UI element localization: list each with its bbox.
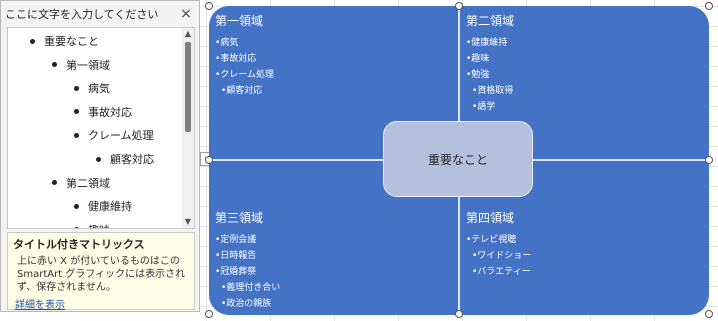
outline-item-label: 顧客対応 xyxy=(110,153,154,166)
outline-editor[interactable]: 重要なこと第一領域病気事故対応クレーム処理顧客対応第二領域健康維持趣味 ▲ ▼ xyxy=(7,27,195,229)
layout-info-box: タイトル付きマトリックス 上に赤い X が付いているものはこのSmartArt … xyxy=(7,232,195,311)
quadrant-item: •冠婚葬祭 xyxy=(215,267,257,277)
quadrant-item: •勉強 xyxy=(466,70,490,80)
outline-item[interactable]: 病気 xyxy=(74,77,110,99)
outline-item-label: 事故対応 xyxy=(88,105,132,119)
quadrant-item: •顧客対応 xyxy=(221,86,263,96)
layout-title: タイトル付きマトリックス xyxy=(13,238,145,251)
quadrant-items: •定例会議 •日時報告 •冠婚葬祭 •義理付き合い •政治の親族 xyxy=(215,232,452,312)
outline-item[interactable]: 趣味 xyxy=(74,219,110,228)
text-pane-header: ここに文字を入力してください × xyxy=(1,1,199,27)
quadrant-items: •テレビ視聴 •ワイドショー •バラエティー xyxy=(466,232,703,280)
outline-item-label: 第二領域 xyxy=(66,176,110,190)
outline-item[interactable]: クレーム処理 xyxy=(74,124,154,146)
outline-item-label: 第一領域 xyxy=(66,58,110,72)
quadrant-item: •語学 xyxy=(472,102,496,112)
quadrant-title: 第一領域 xyxy=(215,14,264,28)
outline-item[interactable]: 第二領域 xyxy=(52,172,110,194)
quadrant-item: •クレーム処理 xyxy=(215,70,275,80)
bullet-icon xyxy=(74,109,79,115)
outline-item[interactable]: 事故対応 xyxy=(74,101,132,123)
bullet-icon xyxy=(74,85,79,91)
quadrant-items: •健康維持 •趣味 •勉強 •資格取得 •語学 xyxy=(466,35,703,115)
quadrant-items: •病気 •事故対応 •クレーム処理 •顧客対応 xyxy=(215,35,452,99)
scroll-down-icon[interactable]: ▼ xyxy=(182,216,194,228)
outline-item-label: 病気 xyxy=(88,82,110,96)
outline-item-label: 健康維持 xyxy=(88,200,132,214)
smartart-matrix[interactable]: 第一領域 •病気 •事故対応 •クレーム処理 •顧客対応 第二領域 •健康維持 •趣味 •… xyxy=(205,2,713,318)
scroll-up-icon[interactable]: ▲ xyxy=(182,28,194,40)
quadrant-item: •健康維持 xyxy=(466,38,508,48)
quadrant-item: •日時報告 xyxy=(215,251,257,261)
resize-handle[interactable] xyxy=(455,2,463,10)
more-details-link[interactable]: 詳細を表示 xyxy=(15,296,189,311)
quadrant-item: •事故対応 xyxy=(215,54,257,64)
outline-item-label: 重要なこと xyxy=(44,35,99,48)
quadrant-item: •趣味 xyxy=(466,54,490,64)
text-pane-title: ここに文字を入力してください xyxy=(5,8,159,21)
outline-item-label: 趣味 xyxy=(88,222,110,228)
bullet-icon xyxy=(74,227,79,228)
quadrant-item: •政治の親族 xyxy=(221,299,272,309)
outline-scrollbar[interactable]: ▲ ▼ xyxy=(182,28,194,228)
quadrant-item: •ワイドショー xyxy=(472,251,532,261)
quadrant-item: •病気 xyxy=(215,38,239,48)
bullet-icon xyxy=(52,62,57,68)
bullet-icon xyxy=(74,203,79,209)
quadrant-item: •資格取得 xyxy=(472,86,514,96)
quadrant-item: •定例会議 xyxy=(215,235,257,245)
quadrant-title: 第四領域 xyxy=(466,211,515,225)
resize-handle[interactable] xyxy=(205,2,213,10)
close-icon[interactable]: × xyxy=(179,6,193,22)
outline-item[interactable]: 健康維持 xyxy=(74,195,132,217)
resize-handle[interactable] xyxy=(705,310,713,318)
smartart-text-pane: ここに文字を入力してください × 重要なこと第一領域病気事故対応クレーム処理顧客… xyxy=(0,0,200,312)
outline-item-label: クレーム処理 xyxy=(88,129,154,143)
scroll-thumb[interactable] xyxy=(185,42,191,132)
quadrant-item: •テレビ視聴 xyxy=(466,235,517,245)
bullet-icon xyxy=(74,132,79,138)
bullet-icon xyxy=(96,156,101,162)
quadrant-item: •バラエティー xyxy=(472,267,531,277)
resize-handle[interactable] xyxy=(705,156,713,164)
center-shape[interactable]: 重要なこと xyxy=(383,121,533,197)
layout-description: 上に赤い X が付いているものはこのSmartArt グラフィックには表示されず… xyxy=(17,256,186,293)
quadrant-title: 第二領域 xyxy=(466,14,515,28)
resize-handle[interactable] xyxy=(205,310,213,318)
outline-item[interactable]: 重要なこと xyxy=(30,30,99,52)
quadrant-title: 第三領域 xyxy=(215,211,264,225)
outline-item[interactable]: 顧客対応 xyxy=(96,148,154,170)
resize-handle[interactable] xyxy=(455,310,463,318)
resize-handle[interactable] xyxy=(705,2,713,10)
quadrant-item: •義理付き合い xyxy=(221,283,281,293)
bullet-icon xyxy=(52,180,57,186)
resize-handle[interactable] xyxy=(205,156,213,164)
outline-item[interactable]: 第一領域 xyxy=(52,54,110,76)
bullet-icon xyxy=(30,38,35,44)
